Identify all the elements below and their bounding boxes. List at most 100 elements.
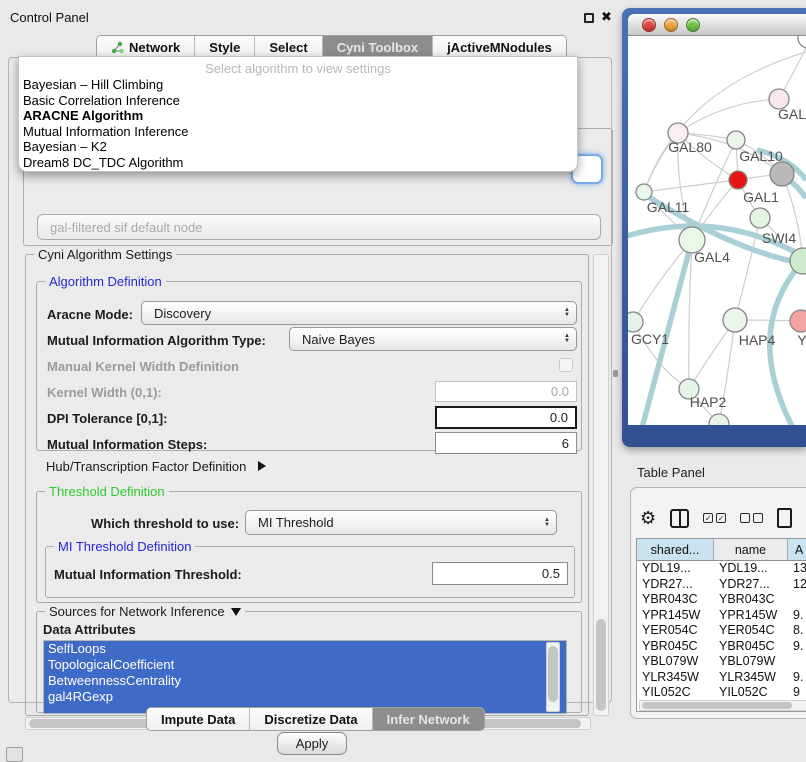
network-node[interactable] xyxy=(727,131,745,149)
table-row[interactable]: YER054CYER054C8. xyxy=(637,623,806,639)
attribute-item[interactable]: TopologicalCoefficient xyxy=(44,657,566,673)
apply-button[interactable]: Apply xyxy=(277,732,347,755)
unchecked-pair-icon[interactable] xyxy=(740,513,763,523)
network-node[interactable] xyxy=(750,208,770,228)
network-node[interactable] xyxy=(723,308,747,332)
tab-impute-data[interactable]: Impute Data xyxy=(147,708,250,730)
threshold-definition-group: Threshold Definition Which threshold to … xyxy=(36,491,582,603)
table-cell: YLR345W xyxy=(637,670,714,686)
kernel-width-label: Kernel Width (0,1): xyxy=(47,385,162,400)
table-row[interactable]: YIL052CYIL052C9 xyxy=(637,685,806,698)
table-row[interactable]: YLR345WYLR345W9. xyxy=(637,670,806,686)
mac-zoom-button[interactable] xyxy=(686,18,700,32)
network-view-canvas[interactable]: GALGAL80GAL10GAL1GAL11SWI4GAL4GCY1HAP4YH… xyxy=(628,36,806,425)
mac-minimize-button[interactable] xyxy=(664,18,678,32)
page-icon[interactable] xyxy=(777,508,792,528)
tab-network[interactable]: Network xyxy=(97,36,195,58)
float-window-icon[interactable] xyxy=(584,13,594,23)
algorithm-option[interactable]: ARACNE Algorithm xyxy=(19,108,577,124)
cyni-algorithm-settings-group: Cyni Algorithm Settings Algorithm Defini… xyxy=(25,254,589,716)
table-row[interactable]: YDL19...YDL19...13 xyxy=(637,561,806,577)
table-cell: YIL052C xyxy=(637,685,714,698)
table-header-cell[interactable]: name xyxy=(714,539,788,560)
dropdown-placeholder: Select algorithm to view settings xyxy=(19,57,577,77)
network-node[interactable] xyxy=(628,312,643,332)
attribute-item[interactable]: BetweennessCentrality xyxy=(44,673,566,689)
checked-pair-icon[interactable]: ✓✓ xyxy=(703,513,726,523)
table-horizontal-thumb[interactable] xyxy=(642,702,792,709)
table-cell: YPR145W xyxy=(637,608,714,624)
network-edge[interactable] xyxy=(689,240,692,389)
algorithm-option[interactable]: Mutual Information Inference xyxy=(19,124,577,140)
attribute-item[interactable]: gal4RGexp xyxy=(44,689,566,705)
network-edge[interactable] xyxy=(678,99,779,133)
splitter-grip[interactable] xyxy=(613,370,618,377)
attributes-scrollbar[interactable] xyxy=(546,642,560,712)
data-attributes-list[interactable]: SelfLoopsTopologicalCoefficientBetweenne… xyxy=(43,640,567,714)
mac-close-button[interactable] xyxy=(642,18,656,32)
network-node[interactable] xyxy=(790,310,806,332)
table-cell: YBR045C xyxy=(637,639,714,655)
tab-infer-network[interactable]: Infer Network xyxy=(373,708,484,730)
gear-icon[interactable]: ⚙ xyxy=(640,509,656,527)
algorithm-option[interactable]: Bayesian – Hill Climbing xyxy=(19,77,577,93)
expander-down-arrow-icon xyxy=(231,608,241,616)
columns-icon[interactable] xyxy=(670,509,689,528)
expander-right-arrow-icon xyxy=(258,461,266,471)
attributes-scrollbar-thumb[interactable] xyxy=(548,646,558,702)
table-cell: 9. xyxy=(788,639,806,655)
settings-group-title: Cyni Algorithm Settings xyxy=(34,247,176,262)
manual-kernel-checkbox[interactable] xyxy=(559,358,573,372)
algorithm-option[interactable]: Dream8 DC_TDC Algorithm xyxy=(19,155,577,171)
which-threshold-combobox[interactable]: MI Threshold ▲▼ xyxy=(245,510,557,535)
application-window: Control Panel ✖ NetworkStyleSelectCyni T… xyxy=(0,0,806,762)
mi-threshold-field[interactable]: 0.5 xyxy=(432,562,568,585)
table-row[interactable]: YPR145WYPR145W9. xyxy=(637,608,806,624)
manual-kernel-label: Manual Kernel Width Definition xyxy=(47,359,239,374)
dpi-tolerance-field[interactable]: 0.0 xyxy=(435,406,577,429)
node-label: GAL80 xyxy=(668,139,712,155)
algorithm-option[interactable]: Basic Correlation Inference xyxy=(19,93,577,109)
tab-label: Cyni Toolbox xyxy=(337,40,418,55)
tab-label: Discretize Data xyxy=(264,712,357,727)
table-row[interactable]: YDR27...YDR27...12 xyxy=(637,577,806,593)
tab-discretize-data[interactable]: Discretize Data xyxy=(250,708,372,730)
network-graph: GALGAL80GAL10GAL1GAL11SWI4GAL4GCY1HAP4YH… xyxy=(628,36,806,425)
network-node[interactable] xyxy=(798,36,806,48)
dpi-tolerance-value: 0.0 xyxy=(550,410,568,425)
table-cell: 9. xyxy=(788,670,806,686)
aracne-mode-label: Aracne Mode: xyxy=(47,307,133,322)
network-node[interactable] xyxy=(770,162,794,186)
network-selector-combobox[interactable]: gal-filtered sif default node xyxy=(37,214,601,240)
close-icon[interactable]: ✖ xyxy=(601,9,612,25)
tab-select[interactable]: Select xyxy=(255,36,322,58)
table-header-cell[interactable]: shared... xyxy=(637,539,714,560)
kernel-width-field[interactable]: 0.0 xyxy=(435,381,577,402)
settings-vertical-scrollbar[interactable] xyxy=(593,254,609,716)
tab-jactivemnodules[interactable]: jActiveMNodules xyxy=(433,36,566,58)
table-row[interactable]: YBR043CYBR043C xyxy=(637,592,806,608)
network-node[interactable] xyxy=(636,184,652,200)
tab-cyni-toolbox[interactable]: Cyni Toolbox xyxy=(323,36,433,58)
settings-vertical-thumb[interactable] xyxy=(596,619,606,711)
aracne-mode-combobox[interactable]: Discovery ▲▼ xyxy=(141,301,577,325)
panel-corner-icon[interactable] xyxy=(6,747,23,762)
tab-style[interactable]: Style xyxy=(195,36,255,58)
mi-steps-field[interactable]: 6 xyxy=(435,432,577,454)
table-cell: 12 xyxy=(788,577,806,593)
table-cell xyxy=(788,592,806,608)
mi-algorithm-type-combobox[interactable]: Naive Bayes ▲▼ xyxy=(289,327,577,351)
network-window-titlebar[interactable] xyxy=(628,14,806,36)
aracne-mode-value: Discovery xyxy=(154,306,211,321)
algorithm-option[interactable]: Bayesian – K2 xyxy=(19,139,577,155)
table-horizontal-scrollbar[interactable] xyxy=(639,700,806,711)
network-edge[interactable] xyxy=(644,180,738,192)
attribute-item[interactable]: SelfLoops xyxy=(44,641,566,657)
table-row[interactable]: YBL079WYBL079W xyxy=(637,654,806,670)
network-node[interactable] xyxy=(729,171,747,189)
table-header-cell[interactable]: A xyxy=(788,539,806,560)
hub-definition-expander[interactable]: Hub/Transcription Factor Definition xyxy=(46,459,266,474)
node-label: HAP4 xyxy=(739,332,776,348)
sources-group-title[interactable]: Sources for Network Inference xyxy=(45,604,245,619)
table-row[interactable]: YBR045CYBR045C9. xyxy=(637,639,806,655)
